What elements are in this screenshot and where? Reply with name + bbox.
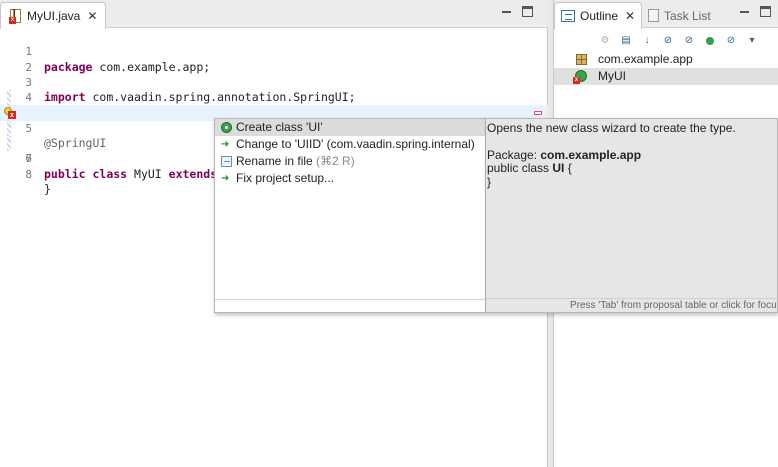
info-decl-name: UI: [552, 161, 565, 175]
code-line: 1 package com.example.app;: [0, 29, 548, 73]
proposal-label: Create class 'UI': [236, 120, 323, 134]
hide-static-icon[interactable]: ⊘: [682, 34, 696, 48]
info-package-label: Package:: [487, 147, 541, 162]
hide-fields-icon[interactable]: ⊘: [661, 34, 675, 48]
close-icon[interactable]: ✕: [87, 9, 97, 23]
hide-nonpublic-icon[interactable]: [703, 34, 717, 48]
tab-label: Outline: [580, 9, 619, 23]
close-icon[interactable]: ✕: [625, 9, 635, 23]
keyword: extends: [168, 166, 218, 181]
tree-item-label: com.example.app: [598, 52, 693, 66]
collapse-all-icon[interactable]: ▤: [619, 34, 633, 48]
tree-item-package[interactable]: com.example.app: [554, 51, 778, 68]
proposal-divider: [215, 299, 485, 300]
quickfix-info[interactable]: Opens the new class wizard to create the…: [486, 118, 778, 313]
change-marker: [7, 136, 11, 152]
quickfix-error-icon[interactable]: x: [4, 107, 17, 120]
minimize-icon[interactable]: [738, 6, 750, 18]
view-menu-icon[interactable]: ▾: [745, 34, 759, 48]
info-decl-open: {: [564, 161, 572, 175]
editor-tabbar: Jx MyUI.java ✕: [0, 0, 548, 29]
proposal-create-class[interactable]: Create class 'UI': [215, 119, 485, 136]
info-declaration: public class UI {: [487, 161, 775, 176]
tab-task-list[interactable]: Task List: [642, 2, 717, 29]
focus-icon[interactable]: ⚙: [598, 34, 612, 48]
keyword: class: [92, 166, 128, 181]
java-file-error-icon: Jx: [9, 8, 22, 24]
outline-icon: [561, 10, 575, 22]
proposal-change-to[interactable]: Change to 'UIID' (com.vaadin.spring.inte…: [215, 136, 485, 153]
proposal-label: Rename in file: [236, 154, 313, 168]
maximize-icon[interactable]: [522, 6, 533, 17]
quickfix-proposals: Create class 'UI' Change to 'UIID' (com.…: [214, 118, 486, 313]
overview-error-marker[interactable]: [534, 111, 542, 116]
proposal-label: Fix project setup...: [236, 171, 335, 185]
info-decl-prefix: public class: [487, 161, 553, 175]
change-marker: [7, 120, 11, 137]
line-number: 8: [25, 167, 32, 181]
change-marker: [7, 90, 11, 106]
ide-window: Jx MyUI.java ✕ 1 package com.example.app…: [0, 0, 778, 467]
sort-icon[interactable]: ↓: [640, 34, 654, 48]
tree-item-class[interactable]: x MyUI: [554, 68, 778, 85]
info-description: Opens the new class wizard to create the…: [487, 121, 736, 135]
tab-label: MyUI.java: [27, 9, 81, 23]
create-class-icon: [221, 122, 232, 133]
minimize-icon[interactable]: [500, 6, 512, 18]
info-status: Press 'Tab' from proposal table or click…: [486, 298, 777, 312]
class-error-icon: x: [573, 70, 587, 84]
code-line: 4: [0, 75, 548, 104]
tab-outline[interactable]: Outline ✕: [554, 2, 643, 29]
tab-label: Task List: [664, 8, 711, 23]
tab-myui-java[interactable]: Jx MyUI.java ✕: [0, 2, 107, 29]
maximize-icon[interactable]: [760, 6, 771, 17]
code-line: 5 @SpringUI: [0, 90, 548, 150]
outline-tabbar: Outline ✕ Task List: [554, 0, 778, 29]
code-text: }: [44, 181, 51, 196]
info-decl-close: }: [487, 174, 492, 189]
info-package-value: com.example.app: [540, 147, 642, 162]
tree-item-label: MyUI: [598, 69, 626, 83]
outline-tree: com.example.app x MyUI: [554, 51, 778, 85]
hide-local-types-icon[interactable]: ⊘: [724, 34, 738, 48]
task-list-icon: [648, 9, 659, 22]
info-package: Package: com.example.app: [487, 147, 775, 163]
proposal-rename[interactable]: Rename in file (⌘2 R): [215, 153, 485, 170]
outline-toolbar: ⚙ ▤ ↓ ⊘ ⊘ ⊘ ▾: [598, 32, 759, 50]
rename-icon: [221, 156, 232, 167]
fix-arrow-icon: [221, 170, 232, 187]
code-line: 2: [0, 44, 548, 74]
proposal-shortcut: (⌘2 R): [312, 154, 355, 168]
package-icon: [576, 54, 587, 65]
proposal-fix-setup[interactable]: Fix project setup...: [215, 170, 485, 187]
proposal-label: Change to 'UIID' (com.vaadin.spring.inte…: [236, 137, 475, 151]
code-line: 3 import com.vaadin.spring.annotation.Sp…: [0, 60, 548, 104]
change-arrow-icon: [221, 136, 232, 153]
code-text: MyUI: [127, 166, 169, 181]
